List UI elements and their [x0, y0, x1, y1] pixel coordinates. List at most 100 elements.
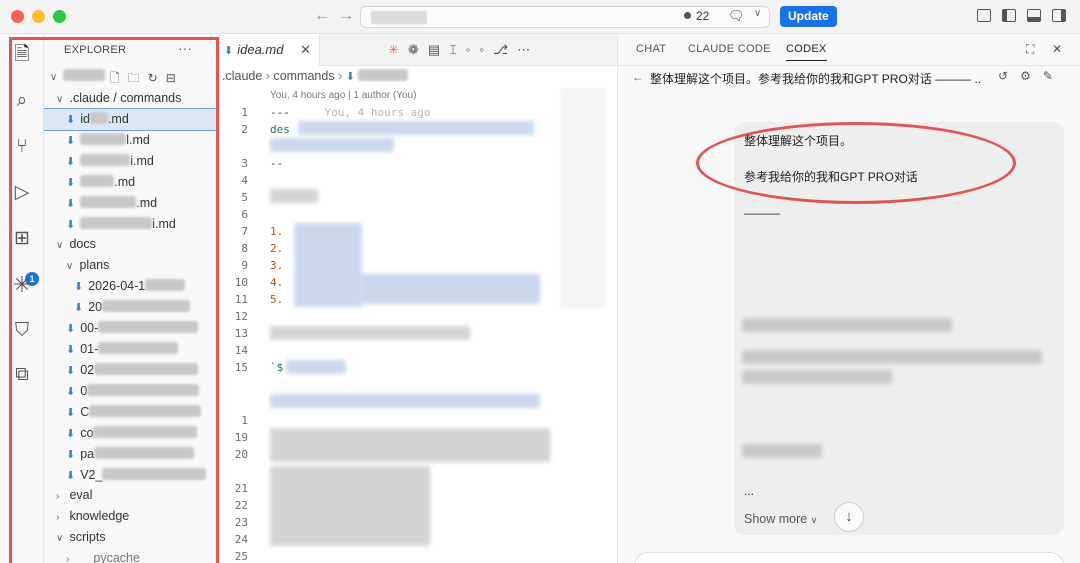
history-icon[interactable]: ↺ [998, 69, 1020, 83]
code-text: des [270, 123, 290, 136]
tree-folder[interactable]: ∨ .claude / commands [44, 88, 219, 109]
customize-layout-icon[interactable] [977, 9, 991, 22]
close-window-button[interactable] [11, 10, 24, 23]
forward-arrow-icon[interactable]: → [338, 7, 354, 25]
line-number: 13 [234, 327, 248, 340]
refresh-icon[interactable]: ↻ [148, 71, 166, 85]
settings-icon[interactable]: ⚙ [1020, 69, 1043, 83]
go-back-change-icon[interactable]: ◦ [466, 42, 480, 57]
code-line[interactable]: des [270, 121, 290, 138]
bookmark-icon[interactable]: ⛉ [11, 320, 33, 342]
scroll-to-bottom-button[interactable]: ↓ [834, 502, 864, 532]
new-file-icon[interactable]: 🗋 [110, 71, 128, 85]
go-forward-change-icon[interactable]: ◦ [480, 42, 494, 57]
new-folder-icon[interactable]: 🗀 [128, 71, 148, 85]
maximize-window-button[interactable] [53, 10, 66, 23]
close-tab-icon[interactable]: ✕ [300, 34, 311, 66]
breadcrumb-item[interactable]: commands [273, 69, 334, 83]
markdown-icon: ⬇ [66, 470, 76, 482]
tree-label: .claude / commands [69, 91, 182, 105]
tree-file[interactable]: ⬇ 02 [44, 360, 219, 381]
tree-file[interactable]: ⬇ i.md [44, 151, 219, 172]
more-actions-icon[interactable]: ⋯ [517, 42, 539, 57]
tree-file[interactable]: ⬇ .md [44, 193, 219, 214]
new-chat-icon[interactable]: ✎ [1043, 69, 1065, 83]
remote-icon[interactable]: ⧉ [11, 364, 33, 386]
code-line[interactable]: --- You, 4 hours ago [270, 104, 430, 121]
blurred-text [94, 363, 199, 375]
tab-claude-code[interactable]: CLAUDE CODE [688, 43, 771, 55]
blurred-message-text [742, 350, 1042, 364]
tree-file[interactable]: ⬇ 01- [44, 339, 219, 360]
markdown-icon: ⬇ [66, 114, 76, 126]
tree-file[interactable]: ⬇ 0 [44, 381, 219, 402]
tree-folder[interactable]: › knowledge [44, 506, 219, 527]
claude-icon[interactable]: ✳ [388, 42, 408, 57]
update-button[interactable]: Update [780, 6, 837, 27]
tree-file[interactable]: ⬇ i.md [44, 214, 219, 235]
chevron-down-icon[interactable]: ∨ [754, 8, 761, 19]
tree-file[interactable]: ⬇ l.md [44, 130, 219, 151]
tree-file[interactable]: ⬇ 00- [44, 318, 219, 339]
code-line[interactable]: `$ [270, 359, 283, 376]
tree-file[interactable]: ⬇ C [44, 402, 219, 423]
show-more-button[interactable]: Show more ∨ [744, 512, 817, 526]
search-icon[interactable]: ⌕ [11, 90, 33, 112]
notification-counter[interactable]: 22 [684, 9, 709, 23]
text-cursor-icon[interactable]: ⌶ [449, 42, 466, 57]
toggle-primary-sidebar-icon[interactable] [1002, 9, 1016, 22]
breadcrumb-item[interactable]: .claude [222, 69, 262, 83]
tree-folder[interactable]: › __pycache__ [44, 548, 219, 563]
tree-file-selected[interactable]: ⬇ id .md [44, 108, 219, 131]
back-arrow-icon[interactable]: ← [632, 70, 644, 84]
close-panel-icon[interactable]: ✕ [1052, 42, 1062, 56]
openai-icon[interactable]: ❁ [408, 42, 428, 57]
tree-file[interactable]: ⬇ .md [44, 172, 219, 193]
code-line[interactable]: 3. [270, 257, 283, 274]
minimize-window-button[interactable] [32, 10, 45, 23]
git-compare-icon[interactable]: ⎇ [493, 42, 517, 57]
collapse-all-icon[interactable]: ⊟ [166, 71, 184, 85]
tree-file[interactable]: ⬇ 2026-04-1 [44, 276, 219, 297]
maximize-panel-icon[interactable]: ⛶ [1026, 42, 1034, 57]
tree-label: pa [80, 447, 95, 461]
back-arrow-icon[interactable]: ← [314, 7, 330, 25]
code-text: `$ [270, 361, 284, 374]
blurred-code [270, 138, 394, 152]
claude-icon[interactable]: ✳ [11, 274, 33, 296]
tree-file[interactable]: ⬇ pa [44, 444, 219, 465]
toggle-panel-icon[interactable] [1027, 9, 1041, 22]
open-preview-icon[interactable]: ▤ [428, 42, 449, 57]
tree-label: eval [69, 488, 93, 502]
tab-idea-md[interactable]: ⬇ idea.md ✕ [220, 34, 320, 66]
explorer-icon[interactable]: 🗎 [11, 44, 33, 66]
code-line[interactable]: 2. [270, 240, 283, 257]
tab-codex[interactable]: CODEX [786, 43, 827, 61]
chat-input-box[interactable] [634, 552, 1064, 563]
source-control-icon[interactable]: ⑂ [11, 136, 33, 158]
explorer-more-button[interactable]: ··· [178, 40, 192, 56]
blurred-code [298, 121, 534, 135]
extensions-icon[interactable]: ⊞ [11, 228, 33, 250]
tree-folder[interactable]: › eval [44, 485, 219, 506]
run-debug-icon[interactable]: ▷ [11, 182, 33, 204]
message-line: 参考我给你的我和GPT PRO对话 [744, 170, 918, 184]
tree-file[interactable]: ⬇ V2_ [44, 465, 219, 486]
tree-folder[interactable]: ∨ docs [44, 234, 219, 255]
code-line[interactable]: 1. [270, 223, 283, 240]
markdown-icon: ⬇ [66, 323, 76, 335]
tree-file[interactable]: ⬇ co [44, 423, 219, 444]
line-number: 22 [234, 499, 248, 512]
tab-chat[interactable]: CHAT [636, 43, 666, 55]
code-line[interactable]: 4. [270, 274, 283, 291]
code-line[interactable]: -- [270, 155, 283, 172]
tree-folder[interactable]: ∨ scripts [44, 527, 219, 548]
tree-file[interactable]: ⬇ 20 [44, 297, 219, 318]
workspace-name [63, 69, 106, 81]
minimap[interactable] [560, 88, 606, 308]
toggle-secondary-sidebar-icon[interactable] [1052, 9, 1066, 22]
code-line[interactable]: 5. [270, 291, 283, 308]
tree-label: __pycache__ [79, 551, 154, 563]
chat-bubble-icon[interactable]: 🗨 [728, 8, 745, 24]
tree-folder[interactable]: ∨ plans [44, 255, 219, 276]
